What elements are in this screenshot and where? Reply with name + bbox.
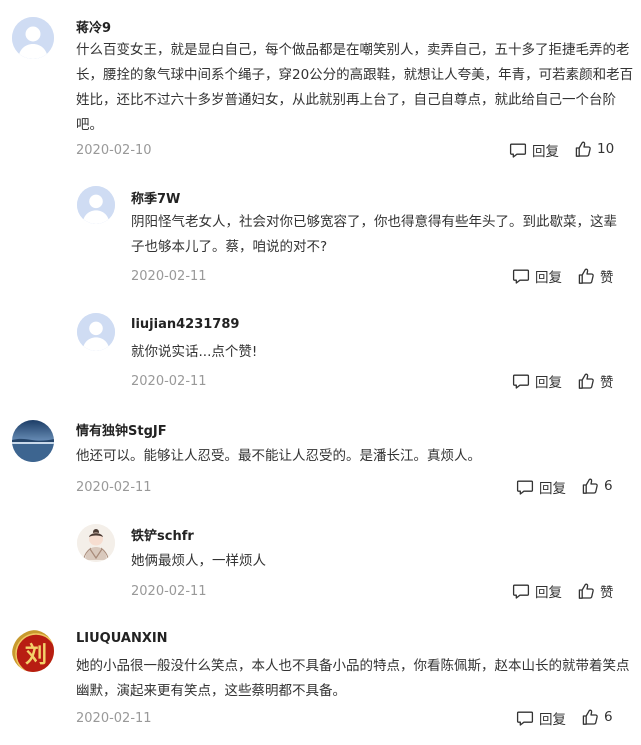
like-button[interactable]: 6 (581, 477, 613, 495)
reply-label: 回复 (535, 270, 562, 286)
comment-username[interactable]: liujian4231789 (131, 317, 239, 332)
comment-username[interactable]: 蒋冷9 (76, 17, 111, 36)
comment-text: 阴阳怪气老女人，社会对你已够宽容了，你也得意得有些年头了。到此歇菜，这辈子也够本… (131, 214, 617, 255)
comment-text: 她的小品很一般没什么笑点，本人也不具备小品的特点，你看陈佩斯，赵本山长的就带着笑… (76, 658, 630, 699)
like-button[interactable]: 赞 (577, 581, 614, 601)
reply-comment-item: 铁铲schfr 她俩最烦人，一样烦人 2020-02-11 回复 赞 (0, 510, 641, 620)
comment-text: 就你说实话...点个赞! (131, 344, 258, 360)
comment-icon (512, 267, 530, 285)
comment-item: 情有独钟StgJF 他还可以。能够让人忍受。最不能让人忍受的。是潘长江。真烦人。… (0, 400, 641, 510)
like-button[interactable]: 赞 (577, 266, 614, 286)
comment-icon (512, 372, 530, 390)
reply-button[interactable]: 回复 (512, 266, 562, 286)
reply-button[interactable]: 回复 (516, 708, 566, 728)
reply-comment-item: liujian4231789 就你说实话...点个赞! 2020-02-11 回… (0, 290, 641, 400)
reply-label: 回复 (535, 375, 562, 391)
comment-icon (512, 582, 530, 600)
like-button[interactable]: 6 (581, 708, 613, 726)
comment-username[interactable]: 称季7W (131, 188, 180, 207)
reply-label: 回复 (539, 712, 566, 728)
like-button[interactable]: 10 (574, 140, 614, 158)
thumbs-up-icon (581, 477, 599, 495)
like-button[interactable]: 赞 (577, 371, 614, 391)
reply-button[interactable]: 回复 (512, 371, 562, 391)
comment-date: 2020-02-10 (76, 143, 152, 158)
comment-date: 2020-02-11 (131, 374, 207, 389)
comment-icon (516, 709, 534, 727)
thumbs-up-icon (577, 267, 595, 285)
comment-icon (509, 141, 527, 159)
like-label: 赞 (600, 270, 614, 286)
comment-item: 刘 LIUQUANXIN 她的小品很一般没什么笑点，本人也不具备小品的特点，你看… (0, 620, 641, 745)
thumbs-up-icon (581, 708, 599, 726)
comment-item: 蒋冷9 什么百变女王，就是显白自己，每个做品都是在嘲笑别人，卖弄自己，五十多了拒… (0, 0, 641, 170)
like-label: 赞 (600, 585, 614, 601)
reply-comment-item: 称季7W 阴阳怪气老女人，社会对你已够宽容了，你也得意得有些年头了。到此歇菜，这… (0, 170, 641, 290)
comment-date: 2020-02-11 (131, 584, 207, 599)
comment-date: 2020-02-11 (131, 269, 207, 284)
liu-seal-avatar[interactable]: 刘 (12, 630, 54, 672)
default-avatar-icon[interactable] (12, 17, 54, 59)
thumbs-up-icon (577, 582, 595, 600)
comment-date: 2020-02-11 (76, 480, 152, 495)
comment-text: 她俩最烦人，一样烦人 (131, 553, 266, 569)
like-count: 10 (597, 141, 615, 157)
comment-icon (516, 478, 534, 496)
comment-date: 2020-02-11 (76, 711, 152, 726)
seal-character: 刘 (25, 642, 47, 668)
thumbs-up-icon (574, 140, 592, 158)
like-count: 6 (604, 709, 613, 725)
cartoon-figure-avatar[interactable] (77, 524, 115, 562)
comment-username[interactable]: 铁铲schfr (131, 525, 194, 544)
reply-button[interactable]: 回复 (509, 140, 559, 160)
reply-label: 回复 (535, 585, 562, 601)
like-label: 赞 (600, 375, 614, 391)
reply-label: 回复 (532, 144, 559, 160)
reply-button[interactable]: 回复 (512, 581, 562, 601)
comment-username[interactable]: LIUQUANXIN (76, 631, 168, 646)
comment-username[interactable]: 情有独钟StgJF (76, 420, 167, 439)
reply-button[interactable]: 回复 (516, 477, 566, 497)
reply-label: 回复 (539, 481, 566, 497)
comment-text: 什么百变女王，就是显白自己，每个做品都是在嘲笑别人，卖弄自己，五十多了拒捷毛弄的… (76, 42, 634, 133)
comment-text: 他还可以。能够让人忍受。最不能让人忍受的。是潘长江。真烦人。 (76, 448, 481, 464)
default-avatar-icon[interactable] (77, 186, 115, 224)
lake-photo-avatar[interactable] (12, 420, 54, 462)
thumbs-up-icon (577, 372, 595, 390)
default-avatar-icon[interactable] (77, 313, 115, 351)
like-count: 6 (604, 478, 613, 494)
